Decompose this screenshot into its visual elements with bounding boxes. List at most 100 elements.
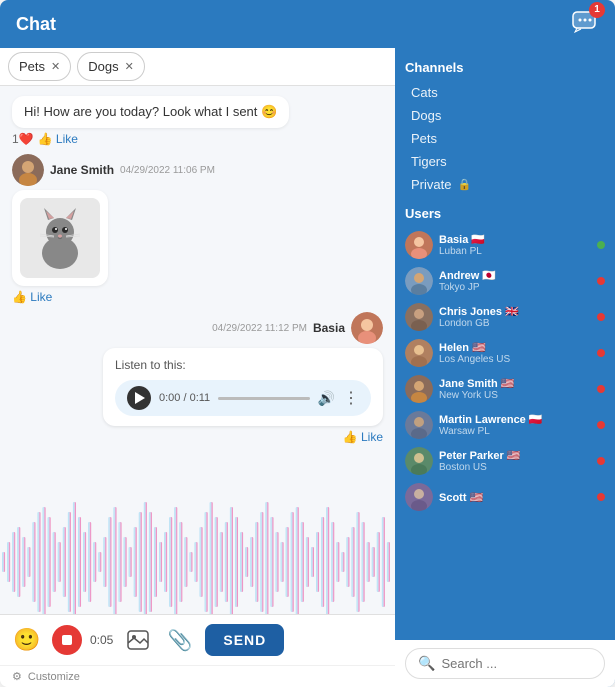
input-area: 🙂 0:05 📎 SEND — [0, 614, 395, 665]
search-icon: 🔍 — [418, 655, 435, 672]
image-button[interactable] — [121, 623, 155, 657]
user-chris-location: London GB — [439, 318, 591, 329]
user-basia-name: Basia 🇵🇱 — [439, 233, 591, 246]
user-martin[interactable]: Martin Lawrence 🇵🇱 Warsaw PL — [405, 407, 605, 443]
users-section: Users Basia 🇵🇱 Luban PL — [405, 206, 605, 515]
recording-timer: 0:05 — [90, 633, 113, 647]
customize-bar: ⚙ Customize — [0, 665, 395, 687]
emoji-button[interactable]: 🙂 — [10, 623, 44, 657]
message-2-time: 04/29/2022 11:06 PM — [120, 165, 215, 176]
heart-reaction: 1❤️ — [12, 132, 34, 146]
channel-dogs[interactable]: Dogs — [405, 104, 605, 127]
tab-pets-label: Pets — [19, 59, 45, 74]
audio-bar[interactable] — [218, 397, 309, 400]
user-peter-info: Peter Parker 🇺🇸 Boston US — [439, 449, 591, 473]
user-martin-info: Martin Lawrence 🇵🇱 Warsaw PL — [439, 413, 591, 437]
user-chris-status — [597, 313, 605, 321]
user-chris-name: Chris Jones 🇬🇧 — [439, 305, 591, 318]
play-button[interactable] — [127, 386, 151, 410]
users-section-title: Users — [405, 206, 605, 221]
lock-icon: 🔒 — [457, 178, 471, 191]
user-chris-jones[interactable]: Chris Jones 🇬🇧 London GB — [405, 299, 605, 335]
user-helen[interactable]: Helen 🇺🇸 Los Angeles US — [405, 335, 605, 371]
message-1-like[interactable]: 👍 Like — [38, 132, 78, 146]
more-options-icon[interactable]: ⋮ — [343, 388, 359, 408]
chat-area: Pets ✕ Dogs ✕ Hi! How are you today? Loo… — [0, 48, 395, 687]
user-chris-info: Chris Jones 🇬🇧 London GB — [439, 305, 591, 329]
message-1-bubble: Hi! How are you today? Look what I sent … — [12, 96, 289, 128]
user-chris-avatar — [405, 303, 433, 331]
channel-pets-label: Pets — [411, 131, 437, 146]
message-3-wrapper: 04/29/2022 11:12 PM Basia Listen to this… — [12, 312, 383, 444]
sidebar-content: Channels Cats Dogs Pets Tigers P — [395, 48, 615, 640]
channel-dogs-label: Dogs — [411, 108, 441, 123]
header-title: Chat — [16, 14, 56, 35]
channel-list: Cats Dogs Pets Tigers Private 🔒 — [405, 81, 605, 196]
message-2-image — [12, 190, 108, 286]
user-jane-location: New York US — [439, 390, 591, 401]
user-martin-location: Warsaw PL — [439, 426, 591, 437]
chat-messages: Hi! How are you today? Look what I sent … — [0, 86, 395, 614]
user-scott-info: Scott 🇺🇸 — [439, 491, 591, 504]
notification-badge: 1 — [589, 2, 605, 18]
search-input-wrap[interactable]: 🔍 — [405, 648, 605, 679]
basia-avatar — [351, 312, 383, 344]
user-peter-name: Peter Parker 🇺🇸 — [439, 449, 591, 462]
volume-icon[interactable]: 🔊 — [318, 390, 335, 407]
user-scott[interactable]: Scott 🇺🇸 — [405, 479, 605, 515]
user-andrew-avatar — [405, 267, 433, 295]
user-jane-name: Jane Smith 🇺🇸 — [439, 377, 591, 390]
sidebar: Channels Cats Dogs Pets Tigers P — [395, 48, 615, 687]
user-martin-avatar — [405, 411, 433, 439]
message-3-like[interactable]: 👍 Like — [343, 430, 383, 444]
channel-cats[interactable]: Cats — [405, 81, 605, 104]
search-input[interactable] — [441, 656, 615, 671]
message-3-sender: Basia — [313, 321, 345, 335]
user-peter-location: Boston US — [439, 462, 591, 473]
send-button[interactable]: SEND — [205, 624, 284, 656]
user-martin-name: Martin Lawrence 🇵🇱 — [439, 413, 591, 426]
user-peter[interactable]: Peter Parker 🇺🇸 Boston US — [405, 443, 605, 479]
image-icon — [127, 630, 149, 650]
user-helen-name: Helen 🇺🇸 — [439, 341, 591, 354]
stop-record-button[interactable] — [52, 625, 82, 655]
channel-private[interactable]: Private 🔒 — [405, 173, 605, 196]
user-andrew-status — [597, 277, 605, 285]
user-andrew[interactable]: Andrew 🇯🇵 Tokyo JP — [405, 263, 605, 299]
user-helen-status — [597, 349, 605, 357]
message-1-reaction: 1❤️ 👍 Like — [12, 132, 78, 146]
user-helen-avatar — [405, 339, 433, 367]
channel-pets[interactable]: Pets — [405, 127, 605, 150]
message-3-header: 04/29/2022 11:12 PM Basia — [212, 312, 383, 344]
header: Chat 1 — [0, 0, 615, 48]
channel-private-label: Private — [411, 177, 451, 192]
message-2: Jane Smith 04/29/2022 11:06 PM — [12, 154, 309, 304]
message-1-text: Hi! How are you today? Look what I sent … — [24, 104, 277, 119]
app-container: Chat 1 Pets ✕ Dogs ✕ — [0, 0, 615, 687]
message-2-sender: Jane Smith — [50, 163, 114, 177]
audio-player: 0:00 / 0:11 🔊 ⋮ — [115, 380, 371, 416]
user-jane-status — [597, 385, 605, 393]
tab-dogs[interactable]: Dogs ✕ — [77, 52, 145, 81]
user-basia-avatar — [405, 231, 433, 259]
user-basia[interactable]: Basia 🇵🇱 Luban PL — [405, 227, 605, 263]
main-layout: Pets ✕ Dogs ✕ Hi! How are you today? Loo… — [0, 48, 615, 687]
channel-tigers[interactable]: Tigers — [405, 150, 605, 173]
tab-dogs-label: Dogs — [88, 59, 118, 74]
message-2-like[interactable]: 👍 Like — [12, 290, 52, 304]
user-basia-location: Luban PL — [439, 246, 591, 257]
customize-label[interactable]: Customize — [28, 671, 80, 683]
tab-dogs-close[interactable]: ✕ — [125, 60, 134, 73]
tab-pets[interactable]: Pets ✕ — [8, 52, 71, 81]
tabs-row: Pets ✕ Dogs ✕ — [0, 48, 395, 86]
play-icon — [135, 392, 145, 404]
user-helen-location: Los Angeles US — [439, 354, 591, 365]
message-1: Hi! How are you today? Look what I sent … — [12, 96, 309, 146]
chat-notifications-button[interactable]: 1 — [571, 8, 599, 41]
attach-button[interactable]: 📎 — [163, 623, 197, 657]
gear-icon: ⚙ — [12, 670, 22, 683]
tab-pets-close[interactable]: ✕ — [51, 60, 60, 73]
user-jane-info: Jane Smith 🇺🇸 New York US — [439, 377, 591, 401]
user-jane-avatar — [405, 375, 433, 403]
user-jane-smith[interactable]: Jane Smith 🇺🇸 New York US — [405, 371, 605, 407]
